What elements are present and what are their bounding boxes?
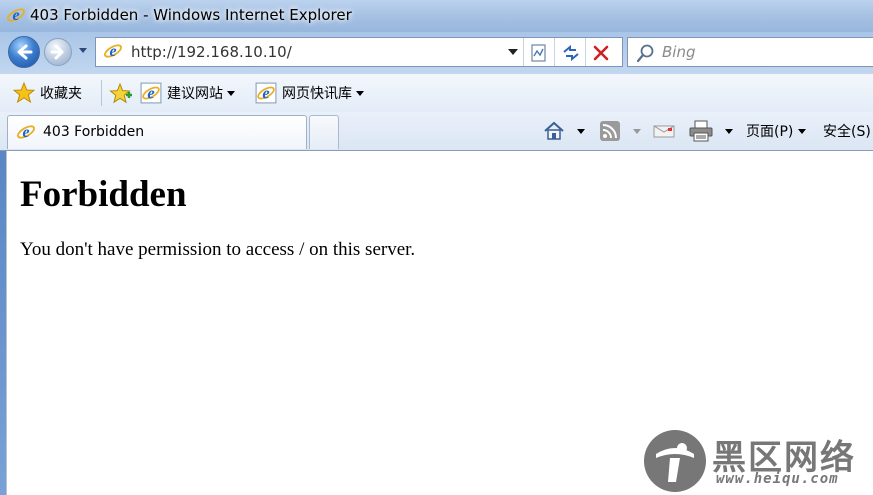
home-button[interactable] <box>543 117 585 145</box>
title-bar: e 403 Forbidden - Windows Internet Explo… <box>0 0 873 32</box>
chevron-down-icon <box>798 128 807 134</box>
read-mail-button[interactable] <box>653 117 675 145</box>
address-bar[interactable]: e <box>95 37 623 67</box>
svg-text:e: e <box>147 84 154 103</box>
page-message: You don't have permission to access / on… <box>20 239 416 260</box>
svg-text:e: e <box>22 124 29 141</box>
chevron-down-icon <box>356 90 364 96</box>
divider <box>101 80 102 106</box>
new-tab-button[interactable] <box>309 115 339 149</box>
add-to-favorites-icon[interactable] <box>109 82 133 106</box>
page-ie-icon: e <box>104 43 122 60</box>
ie-page-icon: e <box>140 82 162 104</box>
watermark: 黑区网络 www.heiqu.com <box>642 428 873 495</box>
fav-link-label: 建议网站 <box>167 86 223 102</box>
page-menu-button[interactable]: 页面(P) <box>746 117 807 145</box>
star-icon <box>13 82 35 104</box>
divider <box>523 38 524 66</box>
safety-menu-label: 安全(S) <box>823 124 871 140</box>
favorites-label: 收藏夹 <box>40 86 82 102</box>
divider <box>585 38 586 66</box>
window-title: 403 Forbidden - Windows Internet Explore… <box>30 6 352 24</box>
refresh-icon[interactable] <box>561 44 581 62</box>
tab-403-forbidden[interactable]: e 403 Forbidden <box>7 115 307 149</box>
tab-row: e 403 Forbidden 页面(P) 安全(S) <box>0 112 873 151</box>
favorites-button[interactable]: 收藏夹 <box>13 74 82 112</box>
svg-text:e: e <box>262 84 269 103</box>
fav-link-web-slice-gallery[interactable]: e 网页快讯库 <box>255 74 364 112</box>
mail-icon <box>653 125 675 138</box>
compatibility-view-icon[interactable] <box>530 44 548 62</box>
home-icon <box>544 121 564 140</box>
fav-link-label: 网页快讯库 <box>282 86 352 102</box>
ie-logo-icon: e <box>17 124 35 141</box>
address-row: e <box>0 32 873 74</box>
safety-menu-button[interactable]: 安全(S) <box>823 117 871 145</box>
favorites-bar: 收藏夹 e 建议网站 e 网页快讯库 <box>0 74 873 112</box>
watermark-url: www.heiqu.com <box>716 471 839 487</box>
watermark-logo-icon <box>644 430 706 492</box>
tab-title: 403 Forbidden <box>43 124 145 140</box>
search-icon[interactable] <box>636 43 656 63</box>
svg-text:e: e <box>109 43 116 60</box>
arrow-left-icon <box>17 44 33 60</box>
back-button[interactable] <box>8 36 40 68</box>
chevron-down-icon[interactable] <box>633 128 641 134</box>
page-menu-label: 页面(P) <box>746 124 794 140</box>
stop-icon[interactable] <box>592 44 610 62</box>
arrow-right-icon <box>50 44 64 60</box>
chevron-down-icon[interactable] <box>577 128 585 134</box>
fav-link-suggested-sites[interactable]: e 建议网站 <box>140 74 235 112</box>
chevron-down-icon <box>227 90 235 96</box>
ie-page-icon: e <box>255 82 277 104</box>
ie-logo-icon: e <box>7 7 25 24</box>
address-dropdown-icon[interactable] <box>508 49 518 56</box>
page-heading: Forbidden <box>20 174 187 215</box>
divider <box>554 38 555 66</box>
search-input[interactable] <box>662 41 862 63</box>
print-button[interactable] <box>689 117 733 145</box>
forward-button[interactable] <box>44 38 72 66</box>
feeds-button[interactable] <box>599 117 641 145</box>
chevron-down-icon[interactable] <box>725 128 733 134</box>
printer-icon <box>689 120 713 142</box>
rss-feed-icon <box>600 121 620 141</box>
svg-text:e: e <box>12 7 19 24</box>
address-input[interactable] <box>131 41 491 63</box>
recent-pages-dropdown-icon[interactable] <box>78 47 88 55</box>
search-box[interactable] <box>627 37 873 67</box>
